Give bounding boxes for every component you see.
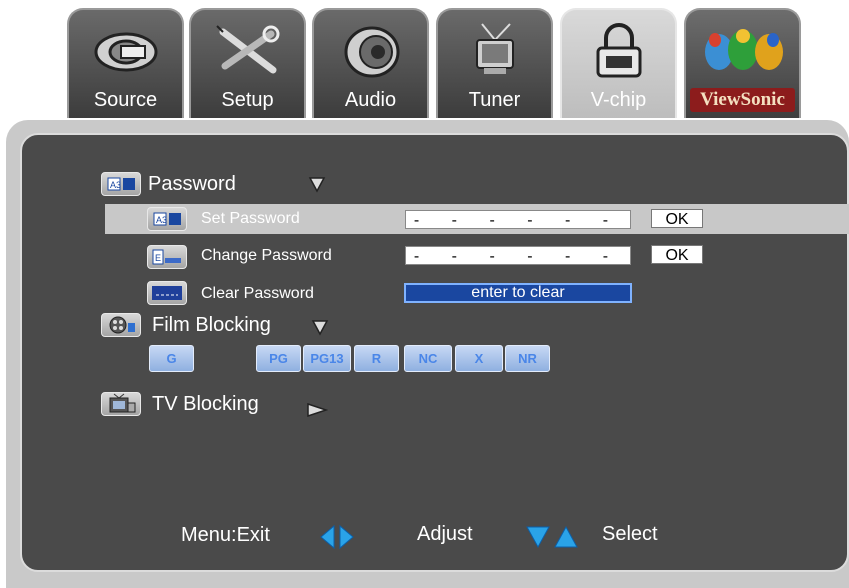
speaker-icon: [314, 22, 427, 80]
rating-button-pg[interactable]: PG: [256, 345, 301, 372]
password-title: Password: [148, 172, 236, 195]
film-blocking-section-header[interactable]: Film Blocking: [101, 313, 271, 337]
rating-button-nc[interactable]: NC: [404, 345, 452, 372]
tab-label: V-chip: [590, 89, 647, 111]
expand-down-icon[interactable]: [311, 318, 329, 336]
svg-text:A3: A3: [156, 215, 167, 225]
tools-icon: [191, 22, 304, 80]
tv-antenna-icon: [438, 22, 551, 80]
film-reel-icon: [101, 313, 141, 337]
menu-exit-hint: Menu:Exit: [181, 524, 270, 546]
rating-button-x[interactable]: X: [455, 345, 503, 372]
tab-label: Audio: [344, 89, 397, 111]
clear-password-icon: [147, 281, 187, 305]
set-password-label[interactable]: Set Password: [201, 210, 300, 228]
password-icon: A3: [101, 172, 141, 196]
change-password-field[interactable]: - - - - - -: [405, 246, 631, 265]
svg-text:E: E: [155, 253, 161, 263]
clear-password-label[interactable]: Clear Password: [201, 285, 314, 303]
set-password-icon: A3: [147, 207, 187, 231]
viewsonic-logo-text: ViewSonic: [690, 88, 795, 112]
tab-source[interactable]: Source: [67, 8, 184, 118]
viewsonic-birds-logo: [686, 22, 799, 80]
expand-right-icon[interactable]: [306, 402, 328, 418]
tab-label: Source: [93, 89, 158, 111]
tab-setup[interactable]: Setup: [189, 8, 306, 118]
change-password-ok-button[interactable]: OK: [651, 245, 703, 264]
clear-password-field[interactable]: enter to clear: [404, 283, 632, 303]
rating-button-pg13[interactable]: PG13: [303, 345, 351, 372]
change-password-icon: E: [147, 245, 187, 269]
adjust-hint: Adjust: [417, 523, 473, 545]
left-right-arrows-icon: [320, 524, 354, 550]
up-down-arrows-icon: [526, 525, 578, 549]
plug-icon: [69, 22, 182, 80]
tab-viewsonic[interactable]: ViewSonic: [684, 8, 801, 118]
rating-button-nr[interactable]: NR: [505, 345, 550, 372]
tv-lock-icon: [101, 392, 141, 416]
set-password-ok-button[interactable]: OK: [651, 209, 703, 228]
svg-text:A3: A3: [110, 180, 121, 190]
password-section-header[interactable]: A3 Password: [101, 172, 236, 196]
tab-audio[interactable]: Audio: [312, 8, 429, 118]
tv-blocking-section-header[interactable]: TV Blocking: [101, 392, 259, 416]
tab-label: Setup: [221, 89, 274, 111]
change-password-label[interactable]: Change Password: [201, 247, 332, 265]
tab-tuner[interactable]: Tuner: [436, 8, 553, 118]
rating-button-r[interactable]: R: [354, 345, 399, 372]
tv-blocking-title: TV Blocking: [152, 392, 259, 415]
padlock-icon: [562, 22, 675, 80]
tab-vchip[interactable]: V-chip: [560, 8, 677, 118]
set-password-field[interactable]: - - - - - -: [405, 210, 631, 229]
expand-down-icon[interactable]: [308, 175, 326, 193]
select-hint: Select: [602, 523, 658, 545]
tab-label: Tuner: [468, 89, 521, 111]
film-blocking-title: Film Blocking: [152, 313, 271, 336]
rating-button-g[interactable]: G: [149, 345, 194, 372]
